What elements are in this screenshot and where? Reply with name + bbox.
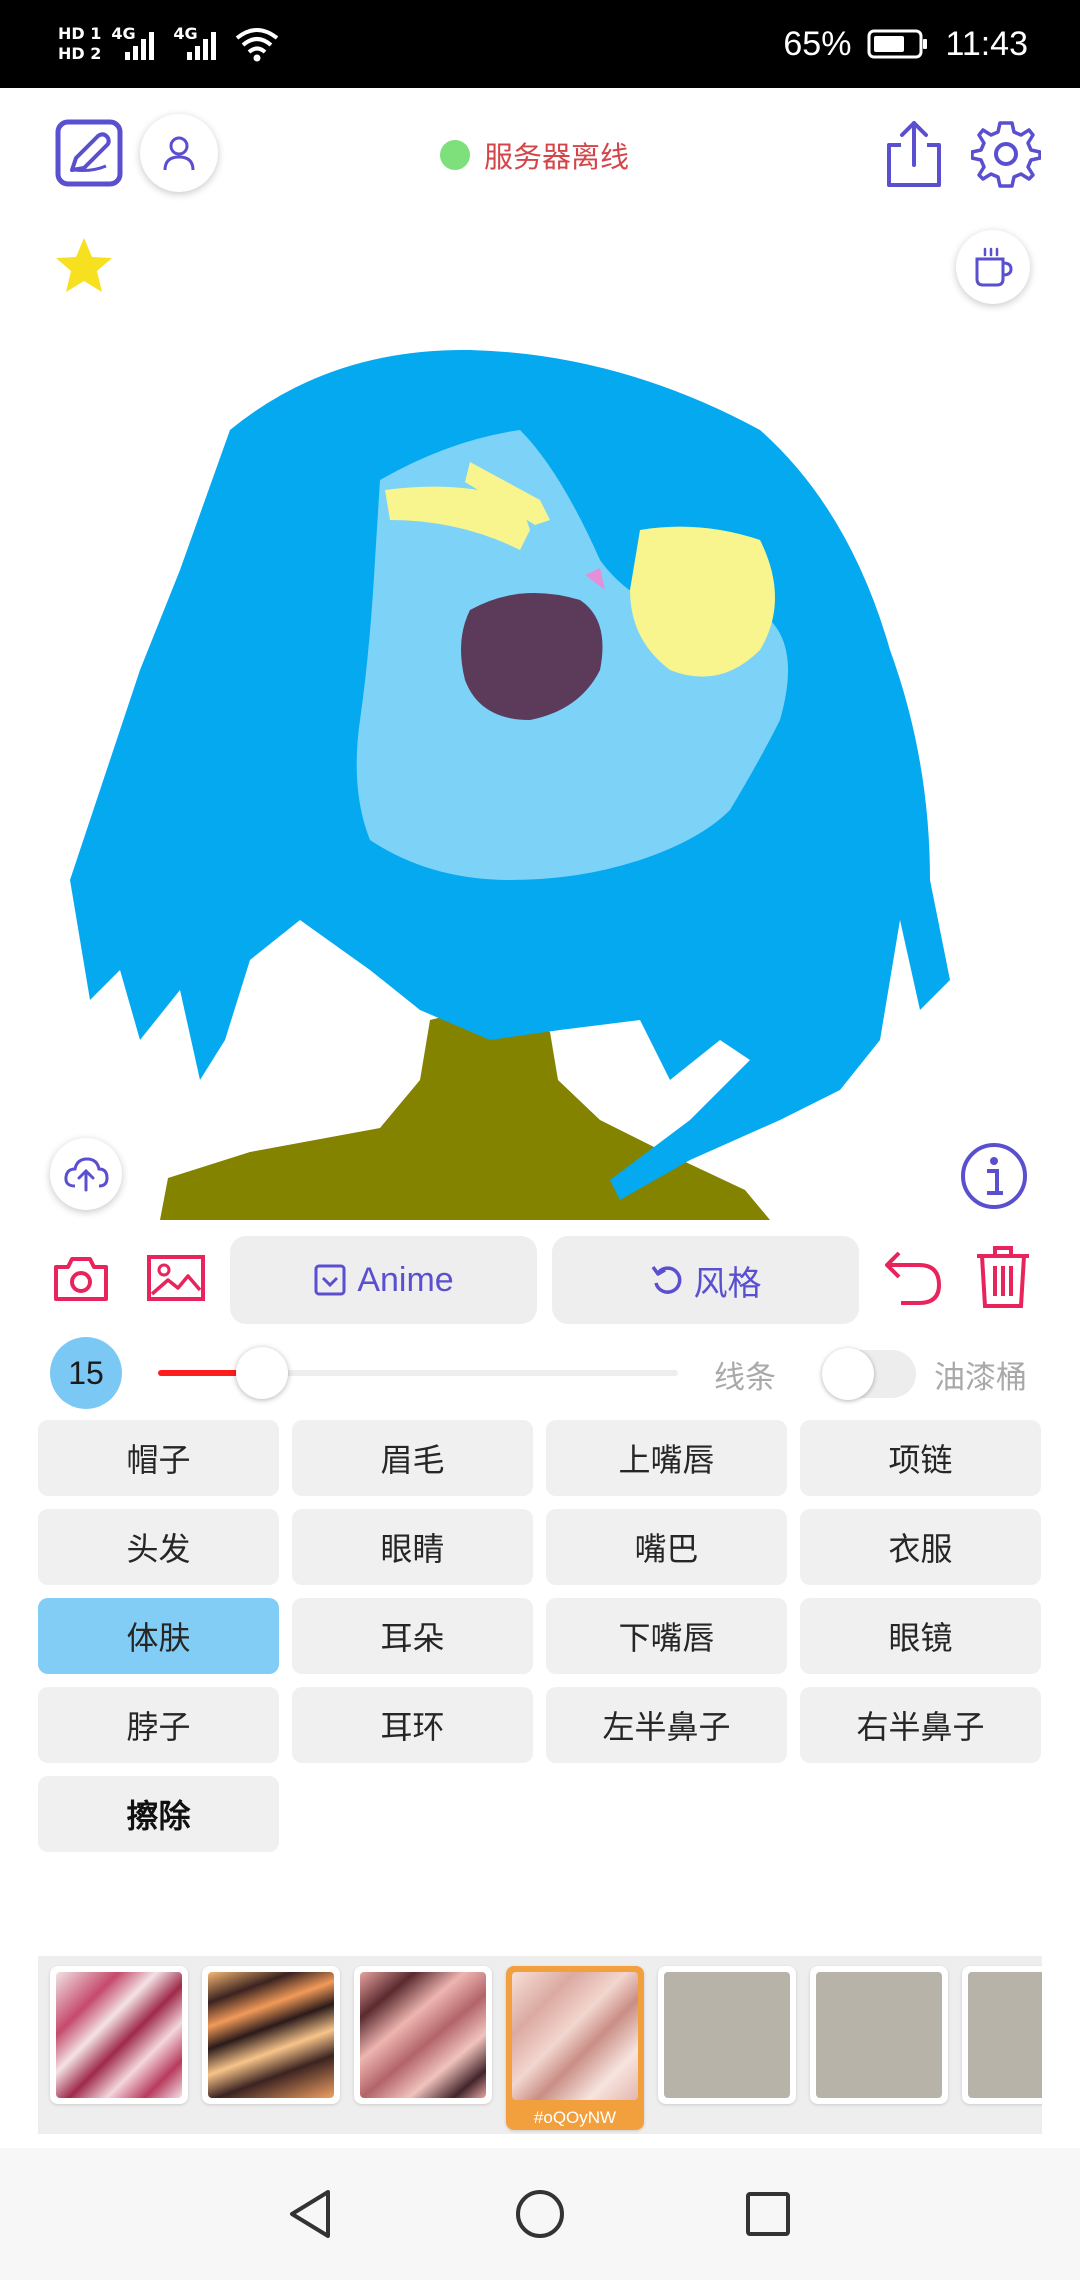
part-button[interactable]: 耳环 xyxy=(292,1687,533,1763)
info-button[interactable] xyxy=(958,1140,1030,1212)
status-bar: HD 1 HD 2 4G 4G 65% 11:43 xyxy=(0,0,1080,88)
status-right: 65% 11:43 xyxy=(783,0,1028,88)
part-button[interactable]: 嘴巴 xyxy=(546,1509,787,1585)
favorite-button[interactable] xyxy=(52,234,116,298)
back-button[interactable] xyxy=(280,2184,340,2244)
style-label: 风格 xyxy=(693,1263,762,1304)
part-button[interactable]: 擦除 xyxy=(38,1776,279,1852)
style-preview-1 xyxy=(56,1972,182,2098)
checkbox-icon xyxy=(314,1264,346,1296)
recents-button[interactable] xyxy=(738,2184,798,2244)
style-preview-4 xyxy=(512,1972,638,2100)
style-preview-3 xyxy=(360,1972,486,2098)
camera-icon xyxy=(54,1257,108,1301)
style-thumb-locked-2[interactable] xyxy=(810,1966,948,2104)
home-button[interactable] xyxy=(510,2184,570,2244)
part-button[interactable]: 眉毛 xyxy=(292,1420,533,1496)
home-circle-icon xyxy=(516,2190,564,2238)
donate-button[interactable] xyxy=(956,230,1030,304)
placeholder-watermark-icon xyxy=(968,1972,1042,2098)
upload-button[interactable] xyxy=(50,1138,122,1210)
wifi-icon xyxy=(236,28,279,62)
sim-labels: HD 1 HD 2 xyxy=(58,24,101,64)
style-thumb-locked-1[interactable] xyxy=(658,1966,796,2104)
part-button[interactable]: 右半鼻子 xyxy=(800,1687,1041,1763)
drawing-canvas[interactable] xyxy=(0,320,1080,1220)
drawing-artwork xyxy=(70,349,950,1220)
gallery-button[interactable] xyxy=(144,1250,208,1306)
part-button[interactable]: 头发 xyxy=(38,1509,279,1585)
line-mode-label: 线条 xyxy=(714,1360,776,1396)
bucket-toggle-knob xyxy=(822,1348,874,1400)
gear-icon xyxy=(971,121,1041,188)
bucket-mode-toggle[interactable] xyxy=(822,1348,916,1400)
server-status-text: 服务器离线 xyxy=(484,140,630,174)
part-button[interactable]: 体肤 xyxy=(38,1598,279,1674)
parts-grid: 帽子 眉毛 上嘴唇 项链头发 眼睛 嘴巴 衣服体肤 耳朵 下嘴唇 眼镜脖子 耳环 左半鼻子 右半鼻子擦除 xyxy=(38,1420,1042,1852)
battery-percent: 65% xyxy=(783,24,852,63)
status-left: HD 1 HD 2 4G 4G xyxy=(58,12,279,76)
style-thumb-3[interactable] xyxy=(354,1966,492,2104)
recents-square-icon xyxy=(746,2192,790,2236)
undo-icon xyxy=(885,1251,942,1305)
style-caption: #oQOyNW xyxy=(533,2108,617,2127)
navigation-bar xyxy=(0,2148,1080,2280)
server-status-dot xyxy=(440,140,470,170)
share-icon xyxy=(887,121,941,187)
style-thumb-selected[interactable]: #oQOyNW xyxy=(506,1966,644,2130)
clock: 11:43 xyxy=(945,24,1028,63)
star-icon xyxy=(56,238,112,292)
placeholder-watermark-icon xyxy=(664,1972,790,2098)
settings-button[interactable] xyxy=(970,118,1042,190)
brush-size-thumb[interactable] xyxy=(236,1347,288,1399)
part-button[interactable]: 衣服 xyxy=(800,1509,1041,1585)
part-button[interactable]: 脖子 xyxy=(38,1687,279,1763)
delete-button[interactable] xyxy=(970,1242,1036,1312)
signal-icon-1: 4G xyxy=(111,24,163,64)
user-icon xyxy=(163,136,195,171)
placeholder-watermark-icon xyxy=(816,1972,942,2098)
back-triangle-icon xyxy=(290,2190,330,2238)
info-icon xyxy=(961,1143,1027,1209)
battery-icon xyxy=(867,29,928,59)
part-button[interactable]: 左半鼻子 xyxy=(546,1687,787,1763)
part-button[interactable]: 耳朵 xyxy=(292,1598,533,1674)
brush-size-value: 15 xyxy=(50,1337,122,1409)
part-button[interactable]: 下嘴唇 xyxy=(546,1598,787,1674)
user-profile-button[interactable] xyxy=(140,114,218,192)
edit-pen-icon xyxy=(55,119,123,187)
cloud-upload-icon xyxy=(64,1157,109,1192)
coffee-cup-icon xyxy=(975,247,1013,287)
camera-button[interactable] xyxy=(50,1250,112,1306)
server-status: 服务器离线 xyxy=(440,134,629,176)
undo-button[interactable] xyxy=(878,1246,946,1310)
part-button[interactable]: 上嘴唇 xyxy=(546,1420,787,1496)
sketch-mode-button[interactable] xyxy=(54,118,124,188)
share-button[interactable] xyxy=(880,118,948,190)
style-thumbnails: #oQOyNW xyxy=(50,1966,1042,2130)
bucket-mode-label: 油漆桶 xyxy=(934,1360,1027,1396)
style-thumb-locked-3[interactable] xyxy=(962,1966,1042,2104)
style-thumb-2[interactable] xyxy=(202,1966,340,2104)
part-button[interactable]: 眼镜 xyxy=(800,1598,1041,1674)
refresh-icon xyxy=(651,1265,681,1294)
style-strip: #oQOyNW xyxy=(38,1956,1042,2134)
anime-mode-button[interactable]: Anime xyxy=(230,1236,537,1324)
style-thumb-1[interactable] xyxy=(50,1966,188,2104)
style-button[interactable]: 风格 xyxy=(552,1236,859,1324)
sim2-label: HD 2 xyxy=(58,44,102,63)
part-button[interactable]: 眼睛 xyxy=(292,1509,533,1585)
image-icon xyxy=(147,1255,205,1301)
part-button[interactable]: 帽子 xyxy=(38,1420,279,1496)
sim1-label: HD 1 xyxy=(58,24,102,43)
style-preview-2 xyxy=(208,1972,334,2098)
signal-icon-2: 4G xyxy=(173,24,225,64)
trash-icon xyxy=(977,1246,1029,1308)
part-button[interactable]: 项链 xyxy=(800,1420,1041,1496)
anime-label: Anime xyxy=(357,1260,454,1299)
